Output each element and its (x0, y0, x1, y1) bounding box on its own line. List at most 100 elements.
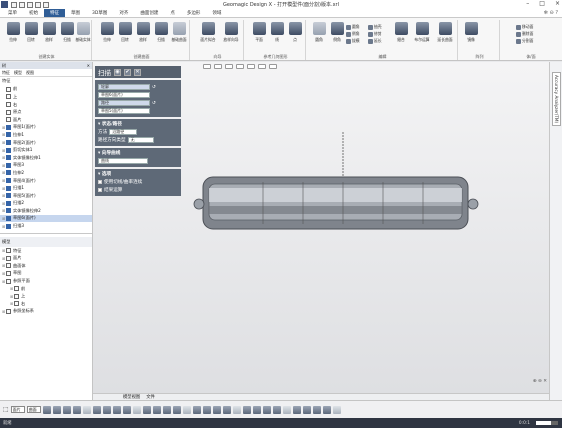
toolbar-tool-icon[interactable] (292, 405, 301, 414)
tree-item[interactable]: 原点 (0, 108, 92, 116)
view-select-icon[interactable] (203, 64, 211, 69)
ribbon-tab[interactable]: 3D草图 (86, 9, 113, 17)
tree-item[interactable]: ⊞ 草图3 (0, 162, 92, 170)
3d-viewport[interactable]: 扫描 ◉ ✔ ✕ 轮廓 ↺ 草图6(面片) 路径 ↺ 草图5(面片) ▾ 状态/… (93, 62, 549, 400)
type-filter-dropdown[interactable]: 曲面 (26, 406, 41, 413)
ribbon-tab[interactable]: 特征 (44, 9, 65, 17)
cad-model[interactable] (193, 132, 483, 242)
ribbon-tab[interactable]: 点 (164, 9, 181, 17)
ribbon-tab[interactable]: 多边形 (181, 9, 207, 17)
toolbar-tool-icon[interactable] (42, 405, 51, 414)
ribbon-tab[interactable]: 菜单 (2, 9, 23, 17)
toolbar-tool-icon[interactable] (242, 405, 251, 414)
toolbar-tool-icon[interactable] (302, 405, 311, 414)
model-tree-item[interactable]: ⊞ 前 (0, 285, 92, 293)
toolbar-tool-icon[interactable] (192, 405, 201, 414)
small-fillet[interactable]: 圆角 (346, 24, 360, 30)
ribbon-tab[interactable]: 领域 (206, 9, 227, 17)
tree-item[interactable]: ⊞ 草图2(面片) (0, 139, 92, 147)
options-header[interactable]: ▾ 选项 (98, 171, 178, 177)
guide-curve-field[interactable]: 曲线 (98, 158, 148, 164)
ribbon-right-controls[interactable]: ✻ ⊖ ? (544, 10, 558, 16)
tree-item[interactable]: ⊞ 草图5(面片) (0, 192, 92, 200)
small-extend[interactable]: 延长 (368, 38, 382, 44)
path-field[interactable]: 路径 (98, 100, 150, 106)
toolbar-tool-icon[interactable] (102, 405, 111, 414)
viewport-zoom-controls[interactable]: ⊕ ⊖ ✕ (533, 379, 547, 384)
primitive-solid-button[interactable]: 基础实体 (74, 22, 92, 46)
tree-item[interactable]: 右 (0, 101, 92, 109)
ribbon-tab[interactable]: 曲面创建 (134, 9, 164, 17)
model-tree-item[interactable]: ⊞ 参照坐标系 (0, 308, 92, 316)
guide-curve-header[interactable]: ▾ 向导曲线 (98, 150, 178, 156)
path-reset-icon[interactable]: ↺ (152, 101, 156, 106)
mesh-fit-button[interactable]: 面片拟合 (198, 22, 218, 46)
small-trim[interactable]: 修剪 (368, 31, 382, 37)
view-fit-icon[interactable] (225, 64, 233, 69)
loft-surface-button[interactable]: 放样 (134, 22, 152, 46)
subtab-view[interactable]: 视图 (26, 70, 34, 76)
tree-item[interactable]: ⊞ 草图4(面片) (0, 177, 92, 185)
toolbar-tool-icon[interactable] (92, 405, 101, 414)
model-tree-item[interactable]: ⊞ 曲面体 (0, 262, 92, 270)
option-checkbox[interactable] (98, 188, 102, 192)
chamfer-button[interactable]: 倒角 (328, 22, 346, 46)
toolbar-tool-icon[interactable] (272, 405, 281, 414)
ref-point-button[interactable]: 点 (286, 22, 304, 46)
primitive-surface-button[interactable]: 基础曲面 (170, 22, 188, 46)
tree-item[interactable]: 前 (0, 86, 92, 94)
accuracy-analyzer-tab[interactable]: Accuracy Analyzer(TM) (552, 72, 561, 127)
tree-item[interactable]: ⊞ 拉伸2 (0, 169, 92, 177)
model-tree-item[interactable]: ⊞ 面片 (0, 254, 92, 262)
sew-button[interactable]: 缝合 (392, 22, 410, 46)
subtab-model[interactable]: 模型 (14, 70, 22, 76)
toolbar-tool-icon[interactable] (262, 405, 271, 414)
tree-item[interactable]: ⊞ 扫描1 (0, 184, 92, 192)
direction-select[interactable]: 无 (127, 137, 154, 143)
method-section-header[interactable]: ▾ 状态/路径 (98, 121, 178, 127)
toolbar-tool-icon[interactable] (322, 405, 331, 414)
split-face-button[interactable]: 分割面 (516, 38, 533, 44)
toolbar-tool-icon[interactable] (212, 405, 221, 414)
model-tree-item[interactable]: ⊞ 特征 (0, 247, 92, 255)
view-section-icon[interactable] (247, 64, 255, 69)
tree-item[interactable]: ⊞ 实体镜像拉伸1 (0, 154, 92, 162)
toolbar-tool-icon[interactable] (162, 405, 171, 414)
view-display-icon[interactable] (258, 64, 266, 69)
select-filter-dropdown[interactable]: 面片 (10, 406, 25, 413)
loft-solid-button[interactable]: 放样 (40, 22, 58, 46)
ok-button[interactable]: ✔ (124, 68, 131, 76)
cancel-button[interactable]: ✕ (134, 68, 141, 76)
toolbar-tool-icon[interactable] (82, 405, 91, 414)
tree-item[interactable]: ⊞ 剪切实体1 (0, 146, 92, 154)
ribbon-tab[interactable]: 初始 (23, 9, 44, 17)
tree-item[interactable]: 面片 (0, 116, 92, 124)
option-row[interactable]: 结果运算 (98, 187, 178, 193)
ref-plane-button[interactable]: 平面 (250, 22, 268, 46)
tree-item[interactable]: ⊞ 拉伸1 (0, 131, 92, 139)
method-select[interactable]: 沿路径 (109, 129, 138, 135)
ref-line-button[interactable]: 线 (268, 22, 286, 46)
option-checkbox[interactable] (98, 180, 102, 184)
tree-item[interactable]: ⊞ 草图6(面片) (0, 214, 92, 223)
panel-close-icon[interactable]: ✕ (87, 63, 90, 68)
small-chamfer[interactable]: 倒角 (346, 31, 360, 37)
revolve-solid-button[interactable]: 回转 (22, 22, 40, 46)
small-draft[interactable]: 拔模 (346, 38, 360, 44)
subtab-features[interactable]: 特征 (2, 70, 10, 76)
minimize-button[interactable]: – (526, 0, 529, 7)
toolbar-tool-icon[interactable] (252, 405, 261, 414)
tree-item[interactable]: ⊞ 实体镜像拉伸2 (0, 207, 92, 215)
toolbar-tool-icon[interactable] (232, 405, 241, 414)
close-button[interactable]: × (555, 0, 560, 7)
mirror-button[interactable]: 镜像 (462, 22, 480, 46)
extrude-surface-button[interactable]: 拉伸 (98, 22, 116, 46)
boolean-button[interactable]: 布尔运算 (412, 22, 432, 46)
option-row[interactable]: 使用切线/曲率连续 (98, 179, 178, 185)
sweep-surface-button[interactable]: 扫描 (152, 22, 170, 46)
toolbar-tool-icon[interactable] (182, 405, 191, 414)
tree-item[interactable]: 上 (0, 93, 92, 101)
toolbar-tool-icon[interactable] (202, 405, 211, 414)
toolbar-tool-icon[interactable] (312, 405, 321, 414)
view-render-icon[interactable] (236, 64, 244, 69)
